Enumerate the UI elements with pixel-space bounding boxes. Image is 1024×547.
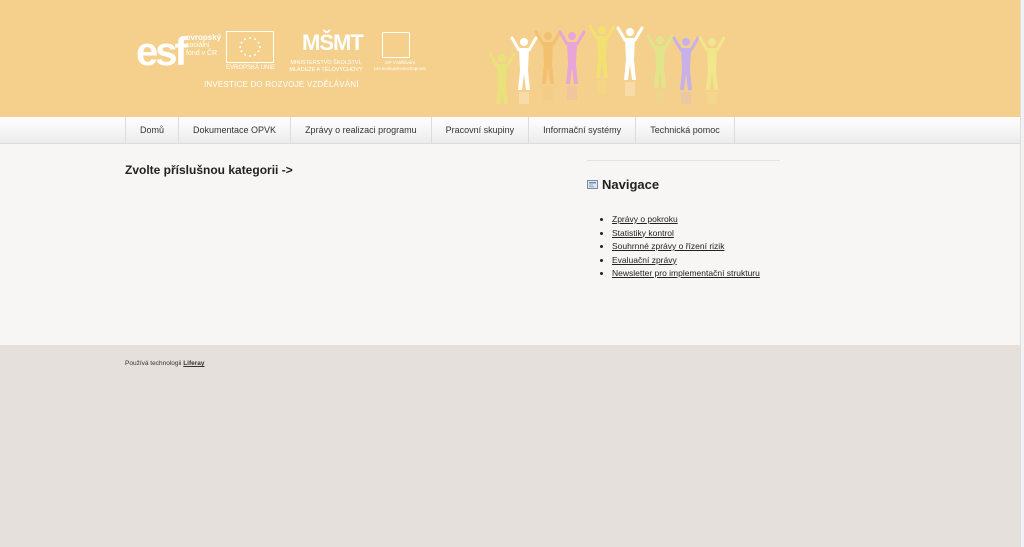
- esf-text-line-2: sociální: [186, 42, 210, 49]
- list-item: Statistiky kontrol: [612, 227, 772, 241]
- site-header: esf evropský sociální fond v ČR EVROPSKÁ…: [0, 0, 1020, 117]
- list-item: Evaluační zprávy: [612, 254, 772, 268]
- link-evaluation-reports[interactable]: Evaluační zprávy: [612, 255, 677, 265]
- people-silhouettes-illustration: [490, 24, 726, 104]
- link-control-statistics[interactable]: Statistiky kontrol: [612, 228, 674, 238]
- person-silhouette: [698, 36, 726, 104]
- sidebar-divider: [587, 160, 780, 161]
- opvk-logo-mark: [382, 32, 410, 58]
- nav-menu: Domů Dokumentace OPVK Zprávy o realizaci…: [125, 117, 735, 143]
- nav-item-documentation[interactable]: Dokumentace OPVK: [179, 117, 292, 143]
- page-scrollbar[interactable]: [1020, 0, 1024, 547]
- person-silhouette: [616, 26, 644, 96]
- person-silhouette: [646, 34, 674, 104]
- portlet-icon: [587, 180, 598, 189]
- footer-powered-by: Používá technologii Liferay: [125, 360, 205, 367]
- eu-logo[interactable]: EVROPSKÁ UNIE: [226, 31, 276, 75]
- esf-logo-mark: esf: [136, 30, 188, 74]
- esf-text-line-1: evropský: [186, 33, 222, 42]
- navigation-links-list: Zprávy o pokroku Statistiky kontrol Souh…: [598, 213, 772, 281]
- link-newsletter[interactable]: Newsletter pro implementační strukturu: [612, 268, 760, 278]
- person-silhouette: [534, 30, 562, 100]
- person-silhouette: [672, 36, 700, 104]
- nav-item-reports[interactable]: Zprávy o realizaci programu: [291, 117, 432, 143]
- nav-item-working-groups[interactable]: Pracovní skupiny: [432, 117, 530, 143]
- esf-logo[interactable]: esf evropský sociální fond v ČR: [136, 30, 222, 76]
- list-item: Zprávy o pokroku: [612, 213, 772, 227]
- person-silhouette: [558, 30, 586, 100]
- list-item: Newsletter pro implementační strukturu: [612, 267, 772, 281]
- msmt-logo-label: MINISTERSTVO ŠKOLSTVÍ, MLÁDEŽE A TĚLOVÝC…: [289, 60, 363, 73]
- msmt-logo-mark: MŠMT: [302, 30, 364, 55]
- opvk-logo-label: OP Vzdělávání pro konkurenceschopnost: [370, 60, 430, 72]
- eu-logo-label: EVROPSKÁ UNIE: [226, 65, 276, 71]
- person-silhouette: [510, 36, 538, 104]
- nav-item-information-systems[interactable]: Informační systémy: [529, 117, 637, 143]
- esf-text-line-3: fond v ČR: [186, 50, 218, 57]
- msmt-logo[interactable]: MŠMT MINISTERSTVO ŠKOLSTVÍ, MLÁDEŽE A TĚ…: [280, 30, 370, 76]
- link-progress-reports[interactable]: Zprávy o pokroku: [612, 214, 678, 224]
- opvk-logo[interactable]: OP Vzdělávání pro konkurenceschopnost: [370, 32, 430, 76]
- content-area: Zvolte příslušnou kategorii -> Navigace …: [0, 144, 1020, 345]
- opvk-label-line-2: pro konkurenceschopnost: [374, 66, 426, 71]
- eu-flag-icon: [226, 31, 274, 63]
- navigation-portlet-title: Navigace: [587, 177, 659, 192]
- nav-item-home[interactable]: Domů: [126, 117, 180, 143]
- nav-item-technical-support[interactable]: Technická pomoc: [636, 117, 735, 143]
- footer-prefix: Používá technologii: [125, 360, 182, 367]
- header-tagline: INVESTICE DO ROZVOJE VZDĚLÁVÁNÍ: [204, 80, 359, 89]
- person-silhouette: [490, 52, 516, 104]
- main-navigation: Domů Dokumentace OPVK Zprávy o realizaci…: [0, 117, 1020, 144]
- navigation-title-text: Navigace: [602, 177, 660, 192]
- page-heading: Zvolte příslušnou kategorii ->: [125, 163, 293, 177]
- link-risk-reports[interactable]: Souhrnné zprávy o řízení rizik: [612, 241, 724, 251]
- person-silhouette: [588, 24, 616, 94]
- list-item: Souhrnné zprávy o řízení rizik: [612, 240, 772, 254]
- esf-logo-text: evropský sociální fond v ČR: [186, 34, 226, 58]
- liferay-link[interactable]: Liferay: [183, 360, 204, 367]
